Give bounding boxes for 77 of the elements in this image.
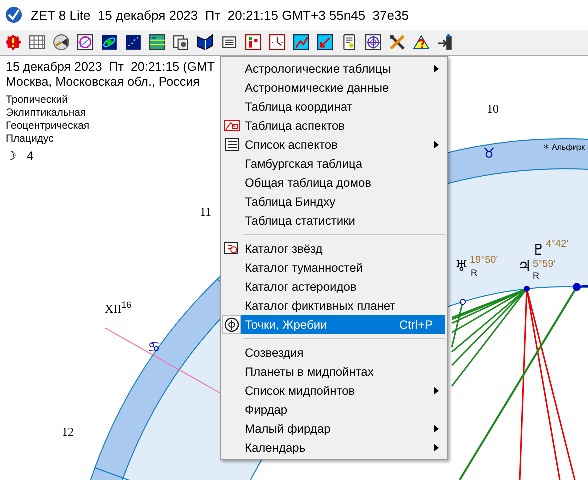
clock-chart-icon[interactable]	[269, 34, 286, 51]
planet-icon[interactable]	[101, 34, 118, 51]
menu-item[interactable]: Таблица статистики	[241, 211, 445, 230]
arrow-icon[interactable]	[317, 34, 334, 51]
zodiac-sign: ♋	[148, 340, 161, 356]
chart-setting: Эклиптикальная	[6, 107, 88, 120]
chart-setting: Геоцентрическая	[6, 120, 91, 133]
planet-glyph: ♃	[518, 257, 532, 275]
tools-icon[interactable]	[389, 34, 406, 51]
house-number: 11	[200, 205, 212, 219]
list-icon[interactable]	[221, 34, 238, 51]
menu-item[interactable]: Планеты в мидпойнтах	[241, 362, 445, 381]
chart-icon[interactable]	[293, 34, 310, 51]
dial-icon[interactable]	[53, 34, 70, 51]
house-number: XII$^{16}$	[105, 300, 132, 316]
circle-chart-icon[interactable]	[77, 34, 94, 51]
aspect-table-icon	[224, 118, 240, 134]
moon-value: 4	[27, 149, 34, 163]
menu-item[interactable]: Астрологические таблицы	[241, 59, 445, 78]
list-icon	[224, 136, 240, 152]
submenu-arrow-icon	[434, 64, 439, 72]
chart-datetime: 15 декабря 2023 Пт 20:21:15 (GMT	[6, 60, 216, 75]
chart-location: Москва, Московская обл., Россия	[6, 75, 201, 90]
submenu-arrow-icon	[434, 386, 439, 394]
menu-item[interactable]: Фирдар	[241, 400, 445, 419]
table-icon[interactable]	[245, 34, 262, 51]
submenu-arrow-icon	[434, 444, 439, 452]
circle-phi-icon	[224, 316, 240, 332]
planet-degree: 19°50'	[470, 255, 498, 266]
submenu-arrow-icon	[434, 140, 439, 148]
menu-item[interactable]: Каталог астероидов	[241, 277, 445, 296]
target-icon[interactable]	[365, 34, 382, 51]
house-number: 12	[62, 425, 74, 439]
grid-icon[interactable]	[29, 34, 46, 51]
map-icon[interactable]	[149, 34, 166, 51]
menu-item[interactable]: Таблица аспектов	[241, 116, 445, 135]
chart-setting: Тропический	[6, 94, 69, 107]
zodiac-sign: ♉	[483, 146, 496, 162]
retrograde-mark: R	[471, 268, 478, 278]
menu-item[interactable]: Общая таблица домов	[241, 173, 445, 192]
menu-item[interactable]: Точки, Жребии Ctrl+P	[241, 315, 445, 334]
planet-dot	[460, 299, 466, 306]
planet-dot	[573, 283, 581, 292]
help-icon[interactable]	[413, 34, 430, 51]
moon-glyph: ☽	[6, 149, 17, 163]
documents-icon[interactable]	[173, 34, 190, 51]
planet-degree: 5°59'	[533, 259, 556, 270]
menu-item[interactable]: Гамбургская таблица	[241, 154, 445, 173]
planet-glyph: ♅	[455, 257, 468, 275]
menu-item[interactable]: Каталог фиктивных планет	[241, 296, 445, 315]
star-map-icon[interactable]	[125, 34, 142, 51]
house-number: 10	[487, 102, 499, 116]
notepad-icon[interactable]	[341, 34, 358, 51]
menu-item[interactable]: Созвездия	[241, 343, 445, 362]
exit-icon[interactable]	[437, 34, 454, 51]
menu-item[interactable]: Список мидпойнтов	[241, 381, 445, 400]
menu-item[interactable]: Астрономические данные	[241, 78, 445, 97]
retrograde-mark: R	[533, 271, 540, 281]
planet-glyph: ♇	[532, 241, 546, 259]
menu-item[interactable]: Каталог звёзд	[241, 239, 445, 258]
menu-item[interactable]: Календарь	[241, 438, 445, 457]
window-title: ZET 8 Lite 15 декабря 2023 Пт 20:21:15 GMT+3 55n45 37e35	[31, 8, 409, 22]
menu-item[interactable]: Малый фирдар	[241, 419, 445, 438]
submenu-arrow-icon	[434, 424, 439, 432]
menu-item[interactable]: Список аспектов	[241, 135, 445, 154]
catalog-icon	[224, 240, 240, 256]
chart-setting: Плацидус	[6, 133, 55, 146]
planet-dot	[524, 286, 530, 292]
menu-item[interactable]: Таблица Биндху	[241, 192, 445, 211]
menu-item[interactable]: Таблица координат	[241, 97, 445, 116]
planet-degree: 4°42'	[546, 239, 569, 250]
star-name: Альфирк	[552, 143, 586, 152]
book-icon[interactable]	[197, 34, 214, 51]
alert-icon[interactable]	[5, 34, 22, 51]
star-mark: *	[544, 144, 549, 155]
menu-item[interactable]: Каталог туманностей	[241, 258, 445, 277]
globe-icon	[5, 6, 23, 24]
